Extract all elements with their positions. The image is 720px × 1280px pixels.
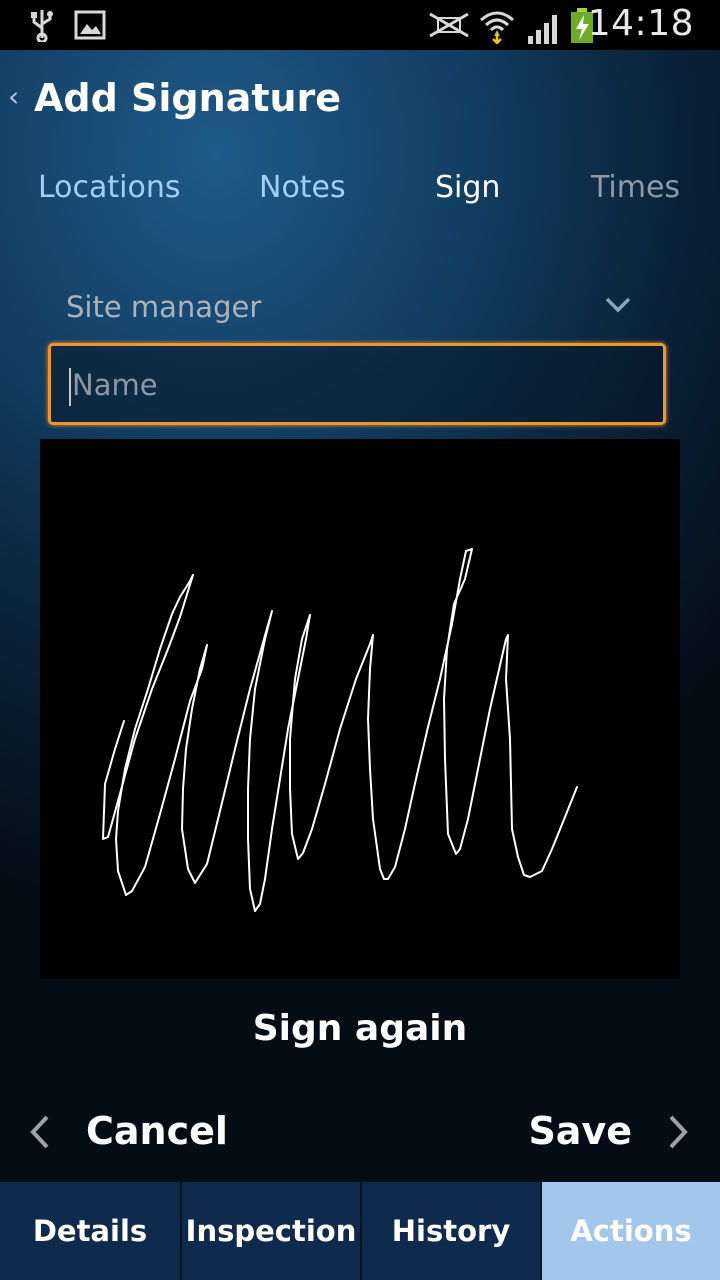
usb-icon xyxy=(31,10,53,42)
page-title: Add Signature xyxy=(34,76,342,120)
sign-again-button[interactable]: Sign again xyxy=(0,1008,720,1049)
role-select-value: Site manager xyxy=(66,290,262,324)
wifi-icon xyxy=(480,11,514,44)
signal-icon xyxy=(528,15,557,44)
title-bar[interactable]: ‹ Add Signature xyxy=(0,50,720,150)
name-input-placeholder: Name xyxy=(72,368,158,402)
bottom-tab-actions[interactable]: Actions xyxy=(540,1182,720,1280)
chevron-left-icon[interactable]: ‹ xyxy=(8,80,19,113)
action-bar: Cancel Save xyxy=(0,1095,720,1175)
tab-sign[interactable]: Sign xyxy=(435,170,500,205)
bottom-tab-history[interactable]: History xyxy=(360,1182,540,1280)
chevron-down-icon xyxy=(605,297,631,313)
signature-pad[interactable] xyxy=(40,439,680,979)
bottom-nav: Details Inspection History Actions xyxy=(0,1182,720,1280)
mute-icon xyxy=(429,12,469,38)
status-bar: 14:18 xyxy=(0,0,720,50)
tab-bar: Locations Notes Sign Times xyxy=(0,150,720,230)
save-button[interactable]: Save xyxy=(528,1109,632,1153)
text-caret xyxy=(69,368,71,406)
chevron-right-icon[interactable] xyxy=(666,1113,692,1151)
role-select[interactable]: Site manager xyxy=(48,274,672,344)
clock: 14:18 xyxy=(587,3,694,44)
tab-notes[interactable]: Notes xyxy=(259,170,346,205)
chevron-left-icon[interactable] xyxy=(26,1113,52,1151)
tab-locations[interactable]: Locations xyxy=(38,170,181,205)
image-icon xyxy=(74,10,106,40)
tab-times[interactable]: Times xyxy=(591,170,680,205)
cancel-button[interactable]: Cancel xyxy=(86,1109,228,1153)
signature-stroke xyxy=(102,548,578,912)
bottom-tab-details[interactable]: Details xyxy=(0,1182,180,1280)
name-input[interactable]: Name xyxy=(48,343,666,425)
bottom-tab-inspection[interactable]: Inspection xyxy=(180,1182,360,1280)
